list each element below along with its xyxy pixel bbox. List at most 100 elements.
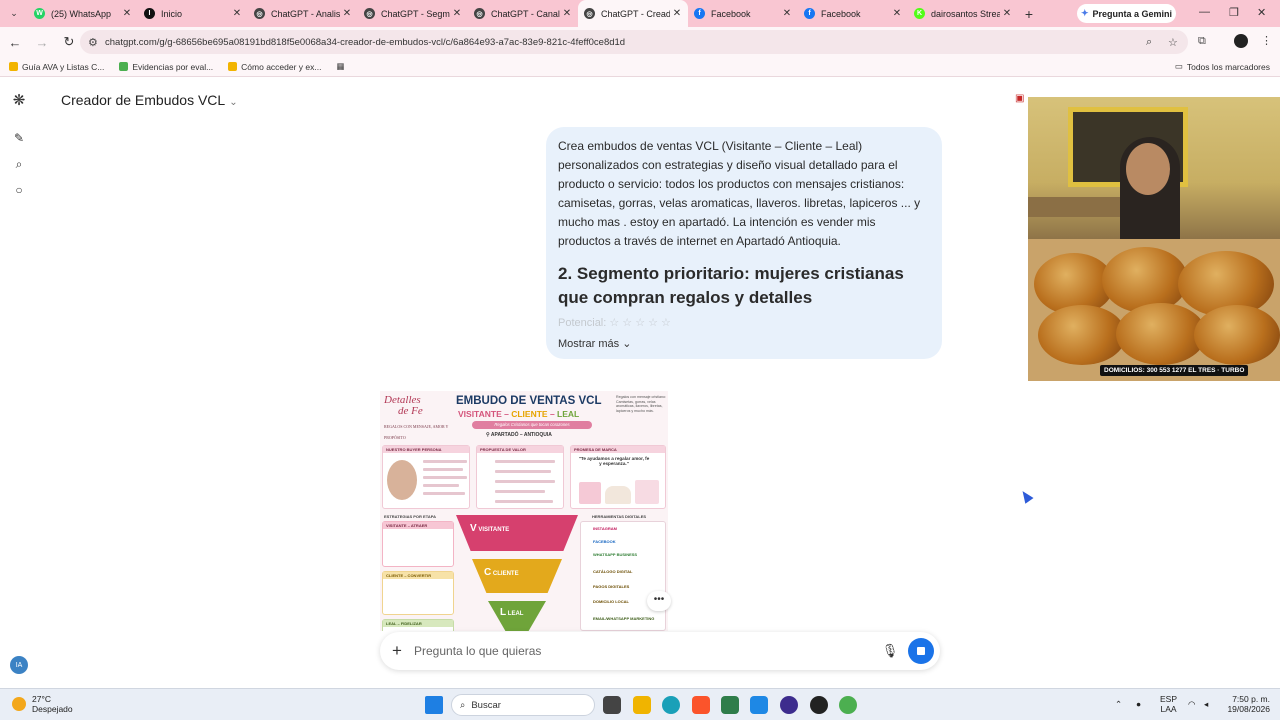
all-bookmarks-button[interactable]: ▭ Todos los marcadores	[1175, 61, 1270, 72]
faded-preview-line: Potencial: ☆ ☆ ☆ ☆ ☆	[558, 317, 671, 329]
tab-close-icon[interactable]: ✕	[230, 8, 244, 19]
user-avatar[interactable]: IA	[10, 656, 28, 674]
microphone-icon[interactable]: 🎙	[878, 643, 902, 659]
tab-close-icon[interactable]: ✕	[450, 8, 464, 19]
apps-grid-icon[interactable]: ▦	[336, 61, 344, 72]
funnel-cliente: C CLIENTE	[472, 559, 562, 593]
new-chat-icon[interactable]: ✎	[11, 130, 27, 146]
chrome-icon[interactable]	[839, 696, 857, 714]
volume-icon[interactable]: ◂	[1204, 699, 1208, 709]
taskbar-search-label: Buscar	[471, 699, 501, 711]
site-info-icon[interactable]: ⚙	[88, 36, 98, 49]
tab-close-icon[interactable]: ✕	[120, 8, 134, 19]
taskbar-search[interactable]: ⌕ Buscar	[451, 694, 595, 716]
windows-start-icon[interactable]	[425, 696, 443, 714]
search-chats-icon[interactable]: ⌕	[11, 156, 27, 172]
new-tab-button[interactable]: +	[1018, 6, 1040, 22]
browser-menu-icon[interactable]: ⋮	[1261, 34, 1272, 47]
bookmark-como-acceder[interactable]: Cómo acceder y ex...	[228, 62, 321, 72]
close-window-icon[interactable]: ✕	[1257, 6, 1266, 19]
tool-catalogo: CATÁLOGO DIGITAL	[593, 569, 633, 574]
language-indicator[interactable]: ESP LAA	[1160, 694, 1177, 714]
more-options-button[interactable]: •••	[647, 591, 671, 611]
app-icon[interactable]	[750, 696, 768, 714]
tab-close-icon[interactable]: ✕	[340, 8, 354, 19]
product-box	[635, 480, 659, 504]
bookmark-evidencias[interactable]: Evidencias por eval...	[119, 62, 213, 72]
task-view-icon[interactable]	[603, 696, 621, 714]
infographic-logo: Detalles de Fe REGALOS CON MENSAJE, AMOR…	[384, 395, 452, 441]
forward-arrow-icon[interactable]: →	[30, 30, 54, 54]
app-icon[interactable]	[721, 696, 739, 714]
browser-tab[interactable]: ◎ ChatGPT - Analisti ✕	[248, 0, 358, 27]
webcam-overlay	[1028, 97, 1280, 239]
tab-search-chevron-icon[interactable]: ⌄	[0, 0, 28, 27]
bookmark-favicon-icon	[9, 62, 18, 71]
tray-chevron-icon[interactable]: ⌃	[1115, 699, 1122, 709]
pdf-icon[interactable]: ▣	[1015, 93, 1024, 104]
bread-photo-overlay: DOMICILIOS: 300 553 1277 EL TRES · TURBO	[1028, 239, 1280, 381]
edge-icon[interactable]	[662, 696, 680, 714]
stop-generation-button[interactable]	[908, 638, 934, 664]
restore-icon[interactable]: ❐	[1229, 6, 1239, 19]
browser-tab[interactable]: Kdairosantos Strea ✕	[908, 0, 1018, 27]
url-bar[interactable]: ⚙ chatgpt.com/g/g-68656be695a08191bd818f…	[80, 30, 1188, 54]
browser-tab[interactable]: ◎ ChatGPT - Canal V✕	[468, 0, 578, 27]
chevron-down-icon: ⌄	[622, 338, 632, 350]
back-arrow-icon[interactable]: ←	[3, 30, 27, 54]
tab-close-icon[interactable]: ✕	[560, 8, 574, 19]
tool-whatsapp: WHATSAPP BUSINESS	[593, 552, 638, 557]
browser-tab[interactable]: ◎ ChatGPT - Creado ✕	[578, 0, 688, 27]
text-line	[423, 484, 459, 487]
generated-funnel-infographic[interactable]: Detalles de Fe REGALOS CON MENSAJE, AMOR…	[380, 391, 668, 631]
webcam-bench	[1028, 197, 1128, 217]
tab-favicon-icon: f	[694, 8, 705, 19]
clock[interactable]: 7:50 p. m. 19/08/2026	[1222, 694, 1270, 714]
tray-icon[interactable]: ●	[1136, 699, 1141, 709]
browser-tab[interactable]: ◎ ChatGPT - Segme ✕	[358, 0, 468, 27]
infographic-side-text: Regalos con mensaje cristiano: Camisetas…	[616, 395, 666, 413]
tab-label: ChatGPT - Segme	[381, 8, 450, 19]
weather-widget[interactable]: 27°C Despejado	[12, 694, 73, 714]
zoom-icon[interactable]: ⌕	[1146, 36, 1152, 49]
obs-icon[interactable]	[780, 696, 798, 714]
show-more-button[interactable]: Mostrar más ⌄	[558, 337, 631, 350]
add-attachment-icon[interactable]: +	[380, 641, 414, 661]
tool-email: EMAIL/WHATSAPP MARKETING	[593, 616, 655, 621]
browser-tab[interactable]: f Facebook ✕	[798, 0, 908, 27]
openai-logo-icon[interactable]: ❋	[11, 92, 27, 109]
profile-avatar[interactable]	[1234, 34, 1248, 48]
file-explorer-icon[interactable]	[633, 696, 651, 714]
chat-bubble-icon[interactable]: ○	[11, 182, 27, 198]
minimize-icon[interactable]: —	[1199, 6, 1210, 18]
tools-section-label: HERRAMIENTAS DIGITALES	[592, 514, 647, 519]
tab-close-icon[interactable]: ✕	[780, 8, 794, 19]
tab-label: dairosantos Strea	[931, 8, 1000, 19]
tab-close-icon[interactable]: ✕	[890, 8, 904, 19]
browser-tab[interactable]: W (25) WhatsApp ✕	[28, 0, 138, 27]
wifi-icon[interactable]: ◠	[1188, 699, 1195, 709]
gpt-title-dropdown[interactable]: Creador de Embudos VCL ⌄	[61, 92, 238, 108]
extensions-icon[interactable]: ⧉	[1198, 35, 1206, 48]
gemini-button[interactable]: ✦ Pregunta a Gemini	[1077, 4, 1176, 23]
tool-pagos: PAGOS DIGITALES	[593, 584, 630, 589]
value-proposition-card: PROPUESTA DE VALOR	[476, 445, 564, 509]
bookmark-star-icon[interactable]: ☆	[1168, 36, 1178, 49]
tab-close-icon[interactable]: ✕	[670, 8, 684, 19]
tab-close-icon[interactable]: ✕	[1000, 8, 1014, 19]
value-proposition-heading: PROPUESTA DE VALOR	[477, 446, 563, 453]
strategy-cliente-heading: CLIENTE – CONVERTIR	[383, 572, 453, 579]
browser-tab[interactable]: f Facebook ✕	[688, 0, 798, 27]
browser-tab[interactable]: I Inicio ✕	[138, 0, 248, 27]
reload-icon[interactable]: ↻	[57, 30, 81, 54]
prompt-input[interactable]	[414, 644, 878, 658]
buyer-persona-card: NUESTRO BUYER PERSONA	[382, 445, 470, 509]
text-line	[495, 460, 555, 463]
all-bookmarks-label: Todos los marcadores	[1186, 61, 1270, 72]
bookmark-guia[interactable]: Guía AVA y Listas C...	[9, 62, 104, 72]
gpt-title: Creador de Embudos VCL	[61, 92, 226, 108]
app-icon[interactable]	[810, 696, 828, 714]
tab-label: ChatGPT - Creado	[601, 8, 670, 19]
brave-icon[interactable]	[692, 696, 710, 714]
language-bottom: LAA	[1160, 704, 1177, 714]
